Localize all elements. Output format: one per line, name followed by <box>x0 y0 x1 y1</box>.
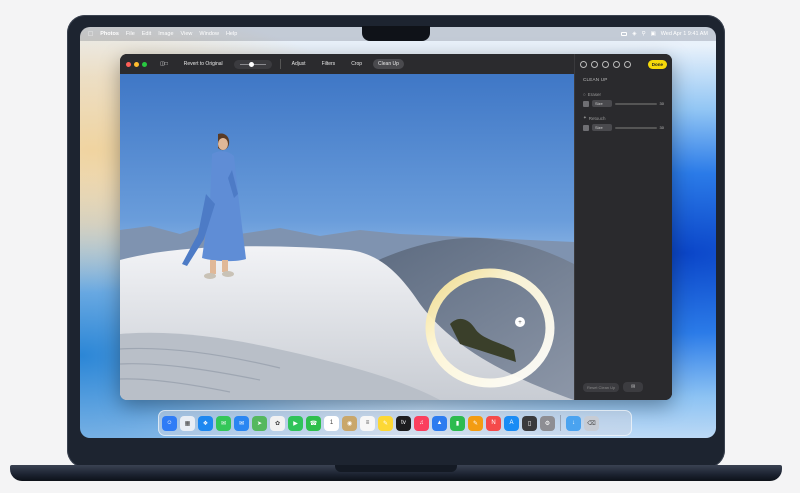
dock-separator <box>560 415 561 431</box>
eraser-icon: ○ <box>583 92 586 97</box>
panel-footer: Reset Clean Up ✉ <box>583 382 644 392</box>
music-icon[interactable]: ♫ <box>414 415 429 431</box>
done-button[interactable]: Done <box>647 59 667 69</box>
retouch-size-value: 30 <box>659 125 664 130</box>
dock: ☺ ▦ ❖ ✉ ✉ ➤ ✿ ▶ ☎ 1 ◉ ≡ ✎ tv ♫ ▲ ▮ ✎ N A ▯ ⚙ ↓ ⌫ <box>158 410 632 436</box>
close-button[interactable] <box>126 61 131 67</box>
magic-wand-icon[interactable] <box>624 60 631 68</box>
system-settings-icon[interactable]: ⚙ <box>540 415 555 431</box>
tv-icon[interactable]: tv <box>396 415 411 431</box>
retouch-size-label: Size <box>592 124 612 131</box>
menu-window[interactable]: Window <box>199 31 219 37</box>
minus-icon[interactable] <box>591 60 598 68</box>
laptop-base <box>10 465 782 481</box>
menu-app-name[interactable]: Photos <box>100 31 119 37</box>
calendar-icon[interactable]: 1 <box>324 415 339 431</box>
retouch-icon: ✦ <box>583 115 587 120</box>
iphone-mirroring-icon[interactable]: ▯ <box>522 415 537 431</box>
menu-edit[interactable]: Edit <box>142 31 151 37</box>
clean-up-panel: Done CLEAN UP ○ Eraser Size 30 ✦ Retouch… <box>574 54 672 400</box>
tab-crop[interactable]: Crop <box>346 59 367 69</box>
battery-icon[interactable] <box>621 32 628 36</box>
edit-toolbar: ◫□ Revert to Original Adjust Filters Cro… <box>120 54 574 74</box>
eraser-size-label: Size <box>592 100 612 107</box>
photos-edit-window: ◫□ Revert to Original Adjust Filters Cro… <box>120 54 672 400</box>
eraser-label: ○ Eraser <box>583 92 601 97</box>
search-icon[interactable]: ⚲ <box>641 31 645 37</box>
trash-icon[interactable]: ⌫ <box>584 415 599 431</box>
retouch-label: ✦ Retouch <box>583 115 606 121</box>
zoom-slider[interactable] <box>233 59 272 69</box>
minimize-button[interactable] <box>134 61 139 67</box>
keynote-icon[interactable]: ▲ <box>432 415 447 431</box>
brush-icon <box>583 124 589 131</box>
info-icon[interactable] <box>580 60 587 68</box>
share-icon[interactable] <box>613 60 620 68</box>
mail-icon[interactable]: ✉ <box>234 415 249 431</box>
maps-icon[interactable]: ➤ <box>252 415 267 431</box>
contacts-icon[interactable]: ◉ <box>342 415 357 431</box>
menu-view[interactable]: View <box>181 31 193 37</box>
retouch-size-slider[interactable] <box>615 126 657 129</box>
window-controls <box>126 61 147 67</box>
eraser-size-value: 30 <box>659 101 664 106</box>
pages-icon[interactable]: ✎ <box>468 415 483 431</box>
wifi-icon[interactable]: ◈ <box>632 31 636 37</box>
eraser-size-slider[interactable] <box>615 102 657 105</box>
launchpad-icon[interactable]: ▦ <box>180 415 195 431</box>
notes-icon[interactable]: ✎ <box>378 415 393 431</box>
messages-icon[interactable]: ✉ <box>216 415 231 431</box>
menu-help[interactable]: Help <box>226 31 237 37</box>
heart-icon[interactable] <box>602 60 609 68</box>
tab-clean-up[interactable]: Clean Up <box>373 59 404 69</box>
app-store-icon[interactable]: A <box>504 415 519 431</box>
photos-icon[interactable]: ✿ <box>270 415 285 431</box>
menu-file[interactable]: File <box>126 31 135 37</box>
safari-icon[interactable]: ❖ <box>198 415 213 431</box>
reminders-icon[interactable]: ≡ <box>360 415 375 431</box>
panel-title: CLEAN UP <box>583 77 608 82</box>
phone-icon[interactable]: ☎ <box>306 415 321 431</box>
compare-icon[interactable]: ◫□ <box>155 59 173 69</box>
screen:  Photos File Edit Image View Window Hel… <box>80 27 716 438</box>
tab-adjust[interactable]: Adjust <box>287 59 311 69</box>
feedback-icon[interactable]: ✉ <box>623 382 644 392</box>
panel-toolbar: Done <box>575 54 672 74</box>
news-icon[interactable]: N <box>486 415 501 431</box>
fullscreen-button[interactable] <box>142 61 147 67</box>
retouch-size-row[interactable]: Size 30 <box>575 123 672 132</box>
clock[interactable]: Wed Apr 1 9:41 AM <box>661 31 708 37</box>
apple-menu-icon[interactable]:  <box>88 31 93 38</box>
svg-text:+: + <box>518 320 522 326</box>
brush-icon <box>583 100 589 107</box>
eraser-size-row[interactable]: Size 30 <box>575 99 672 108</box>
menu-image[interactable]: Image <box>158 31 173 37</box>
control-center-icon[interactable]: ▣ <box>651 31 656 37</box>
camera-notch <box>362 26 430 41</box>
revert-button[interactable]: Revert to Original <box>179 59 228 69</box>
desert-photo: + <box>120 133 574 400</box>
facetime-icon[interactable]: ▶ <box>288 415 303 431</box>
downloads-folder-icon[interactable]: ↓ <box>566 415 581 431</box>
reset-clean-up-button[interactable]: Reset Clean Up <box>583 382 620 392</box>
tab-filters[interactable]: Filters <box>317 59 341 69</box>
finder-icon[interactable]: ☺ <box>162 415 177 431</box>
numbers-icon[interactable]: ▮ <box>450 415 465 431</box>
photo-canvas[interactable]: + <box>120 74 574 400</box>
